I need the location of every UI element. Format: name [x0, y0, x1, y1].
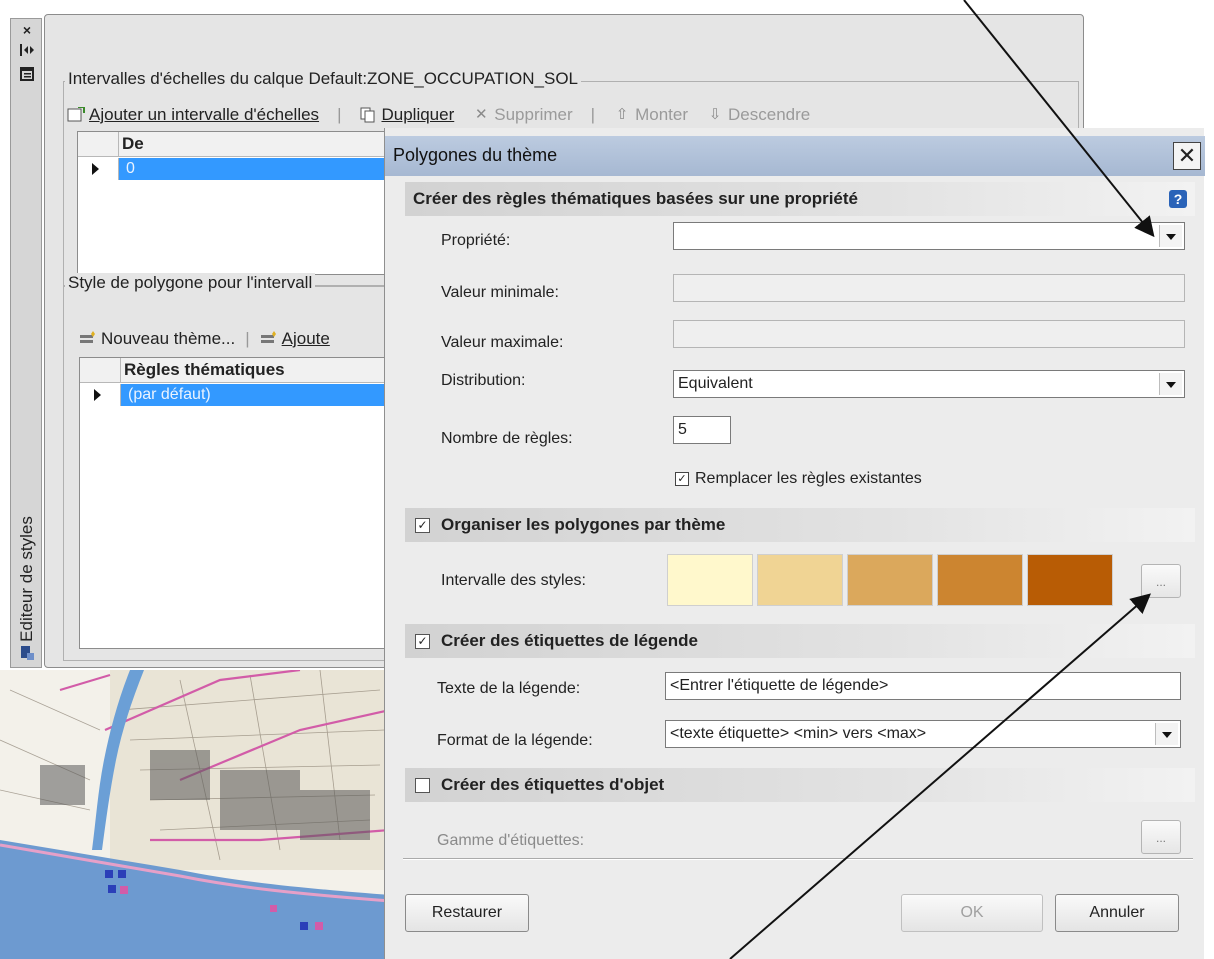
delete-button[interactable]: ✕ Supprimer: [472, 105, 573, 125]
section-organize: ✓ Organiser les polygones par thème: [405, 508, 1195, 542]
min-value-label: Valeur minimale:: [441, 284, 559, 301]
legend-format-dropdown[interactable]: <texte étiquette> <min> vers <max>: [665, 720, 1181, 748]
chevron-down-icon[interactable]: [1155, 723, 1178, 745]
scale-ranges-title: Intervalles d'échelles du calque Default…: [65, 69, 581, 89]
distribution-label: Distribution:: [441, 372, 526, 389]
move-up-button[interactable]: ⇧ Monter: [613, 105, 688, 125]
map-canvas[interactable]: [0, 670, 390, 959]
replace-rules-checkbox[interactable]: ✓: [675, 472, 689, 486]
section-legend-title: Créer des étiquettes de légende: [441, 631, 698, 650]
label-range-label: Gamme d'étiquettes:: [437, 832, 585, 849]
legend-format-label: Format de la légende:: [437, 732, 593, 749]
dialog-titlebar[interactable]: Polygones du thème ✕: [385, 136, 1205, 176]
property-dropdown[interactable]: [673, 222, 1185, 250]
table-row[interactable]: (par défaut): [80, 384, 396, 406]
polygon-style-title: Style de polygone pour l'intervall: [65, 273, 316, 293]
section-organize-title: Organiser les polygones par thème: [441, 515, 726, 534]
add-rule-icon: [260, 331, 278, 347]
ok-button[interactable]: OK: [901, 894, 1043, 932]
palette-properties-icon[interactable]: [17, 67, 37, 85]
distribution-dropdown[interactable]: Equivalent: [673, 370, 1185, 398]
property-label: Propriété:: [441, 232, 511, 249]
row-selector-icon: [80, 384, 121, 406]
legend-checkbox[interactable]: ✓: [415, 634, 430, 649]
scale-toolbar: Ajouter un intervalle d'échelles | Dupli…: [67, 105, 810, 125]
delete-x-icon: ✕: [474, 106, 488, 123]
chevron-down-icon[interactable]: [1159, 373, 1182, 395]
style-swatch[interactable]: [757, 554, 843, 606]
organize-checkbox[interactable]: ✓: [415, 518, 430, 533]
max-value-label: Valeur maximale:: [441, 334, 564, 351]
cancel-button[interactable]: Annuler: [1055, 894, 1179, 932]
scale-grid-header: De: [78, 132, 396, 157]
section-object-labels-title: Créer des étiquettes d'objet: [441, 775, 665, 794]
rules-grid-header: Règles thématiques: [80, 358, 396, 383]
replace-rules-option[interactable]: ✓ Remplacer les règles existantes: [675, 470, 922, 488]
styles-range-label: Intervalle des styles:: [441, 572, 586, 589]
section-legend: ✓ Créer des étiquettes de légende: [405, 624, 1195, 658]
dialog-title: Polygones du thème: [393, 145, 558, 165]
theme-polygons-dialog: Polygones du thème ✕ Créer des règles th…: [384, 128, 1205, 959]
section-create-rules: Créer des règles thématiques basées sur …: [405, 182, 1195, 216]
section-create-rules-title: Créer des règles thématiques basées sur …: [413, 189, 859, 208]
map-image: [0, 670, 390, 959]
legend-text-field[interactable]: <Entrer l'étiquette de légende>: [665, 672, 1181, 700]
add-scale-range-button[interactable]: Ajouter un intervalle d'échelles: [67, 105, 319, 125]
dialog-separator: [403, 858, 1193, 860]
palette-autohide-icon[interactable]: [17, 43, 37, 61]
new-theme-icon: [79, 331, 97, 347]
move-down-button[interactable]: ⇩ Descendre: [706, 105, 811, 125]
row-selector-icon: [78, 158, 119, 180]
add-rule-button[interactable]: Ajoute: [260, 329, 330, 349]
close-icon[interactable]: ✕: [1173, 142, 1201, 170]
style-swatch[interactable]: [1027, 554, 1113, 606]
style-swatch[interactable]: [937, 554, 1023, 606]
max-value-field: [673, 320, 1185, 348]
object-labels-checkbox[interactable]: [415, 778, 430, 793]
palette-app-icon: [17, 645, 37, 663]
edit-styles-range-button[interactable]: ...: [1141, 564, 1181, 598]
column-header-thematic-rules[interactable]: Règles thématiques: [124, 360, 285, 380]
rule-count-field[interactable]: 5: [673, 416, 731, 444]
rule-count-label: Nombre de règles:: [441, 430, 573, 447]
style-swatch[interactable]: [667, 554, 753, 606]
restore-button[interactable]: Restaurer: [405, 894, 529, 932]
edit-label-range-button[interactable]: ...: [1141, 820, 1181, 854]
chevron-down-icon[interactable]: [1159, 225, 1182, 247]
add-range-icon: [67, 106, 85, 123]
palette-strip: × Editeur de styles: [10, 18, 42, 668]
table-row[interactable]: 0: [78, 158, 396, 180]
duplicate-icon: [359, 107, 377, 123]
arrow-down-icon: ⇩: [708, 106, 722, 123]
style-toolbar: Nouveau thème... | Ajoute: [79, 329, 330, 349]
min-value-field: [673, 274, 1185, 302]
legend-text-label: Texte de la légende:: [437, 680, 581, 697]
style-swatch[interactable]: [847, 554, 933, 606]
new-theme-button[interactable]: Nouveau thème...: [79, 329, 235, 349]
palette-title: Editeur de styles: [17, 516, 36, 642]
section-object-labels: Créer des étiquettes d'objet: [405, 768, 1195, 802]
palette-close-icon[interactable]: ×: [17, 21, 37, 39]
column-header-from[interactable]: De: [122, 134, 144, 154]
help-icon[interactable]: ?: [1169, 190, 1187, 208]
thematic-rules-grid: Règles thématiques (par défaut): [79, 357, 397, 649]
scale-ranges-grid: De 0: [77, 131, 397, 275]
arrow-up-icon: ⇧: [615, 106, 629, 123]
duplicate-button[interactable]: Dupliquer: [359, 105, 454, 125]
